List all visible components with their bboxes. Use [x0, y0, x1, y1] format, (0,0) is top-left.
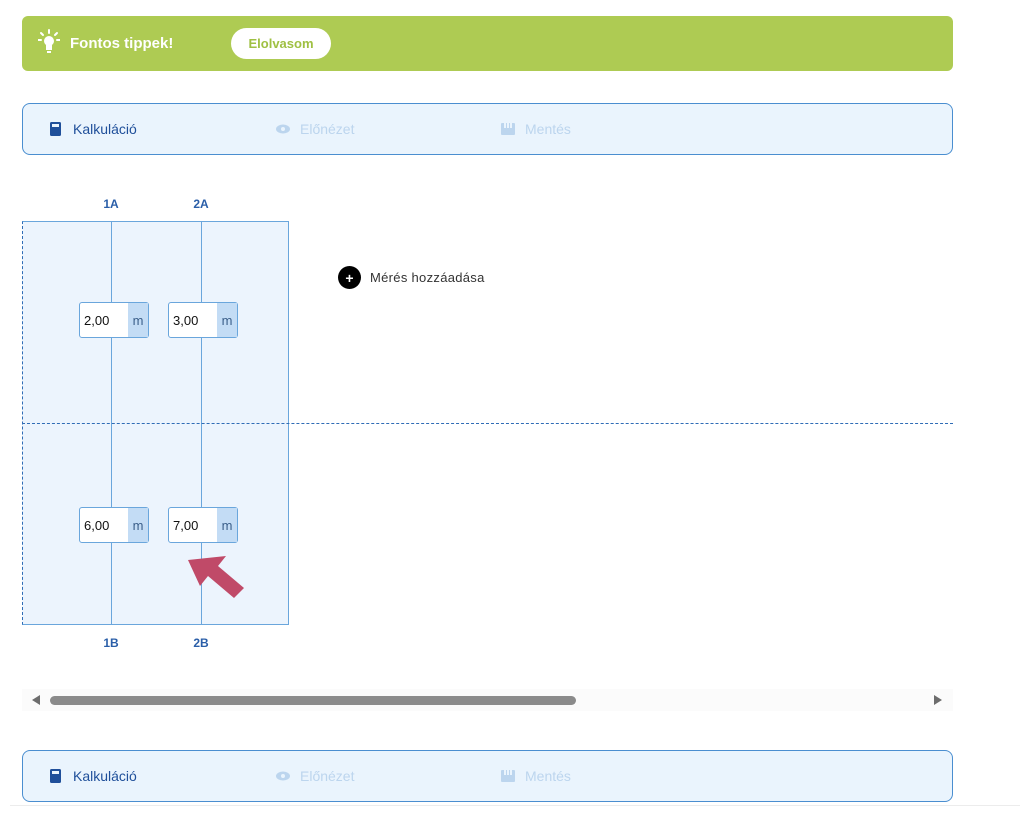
step-label: Kalkuláció [73, 121, 137, 137]
unit-label: m [217, 508, 237, 542]
measurement-input[interactable] [169, 303, 217, 337]
pointer-arrow-icon [188, 556, 244, 598]
measurement-field: m [168, 302, 238, 338]
step-label: Előnézet [300, 768, 355, 784]
step-label: Mentés [525, 768, 571, 784]
measurement-field: m [168, 507, 238, 543]
scroll-left-icon[interactable] [32, 695, 40, 705]
plus-circle-icon: + [338, 266, 361, 289]
scroll-right-icon[interactable] [934, 695, 942, 705]
read-tips-button[interactable]: Elolvasom [231, 28, 331, 59]
tips-title: Fontos tippek! [70, 35, 174, 52]
step-label: Kalkuláció [73, 768, 137, 784]
measurement-input[interactable] [80, 303, 128, 337]
eye-icon [276, 771, 290, 781]
column-label-top: 1A [103, 197, 119, 211]
row-divider [22, 423, 953, 424]
step-label: Mentés [525, 121, 571, 137]
step-save[interactable]: Mentés [501, 751, 571, 801]
column-label-top: 2A [193, 197, 209, 211]
calculator-icon [50, 769, 61, 783]
calculator-icon [50, 122, 61, 136]
step-preview[interactable]: Előnézet [276, 751, 354, 801]
step-label: Előnézet [300, 121, 355, 137]
save-icon [501, 123, 515, 135]
eye-icon [276, 124, 290, 134]
unit-label: m [128, 508, 148, 542]
add-measurement-label: Mérés hozzáadása [370, 270, 485, 285]
unit-label: m [128, 303, 148, 337]
column-label-bottom: 2B [193, 636, 209, 650]
step-bar-bottom: Kalkuláció Előnézet Mentés [22, 750, 953, 802]
lightbulb-icon [38, 29, 60, 53]
measurement-field: m [79, 507, 149, 543]
divider [10, 805, 1020, 806]
step-save[interactable]: Mentés [501, 104, 571, 154]
horizontal-scrollbar[interactable] [22, 689, 953, 711]
tips-banner: Fontos tippek! Elolvasom [22, 16, 953, 71]
column-label-bottom: 1B [103, 636, 119, 650]
measurement-field: m [79, 302, 149, 338]
scrollbar-thumb[interactable] [50, 696, 576, 705]
add-measurement-button[interactable]: + Mérés hozzáadása [338, 266, 485, 289]
save-icon [501, 770, 515, 782]
step-preview[interactable]: Előnézet [276, 104, 354, 154]
measurement-input[interactable] [80, 508, 128, 542]
step-bar-top: Kalkuláció Előnézet Mentés [22, 103, 953, 155]
measurement-input[interactable] [169, 508, 217, 542]
unit-label: m [217, 303, 237, 337]
step-calculation[interactable]: Kalkuláció [49, 751, 137, 801]
step-calculation[interactable]: Kalkuláció [49, 104, 137, 154]
